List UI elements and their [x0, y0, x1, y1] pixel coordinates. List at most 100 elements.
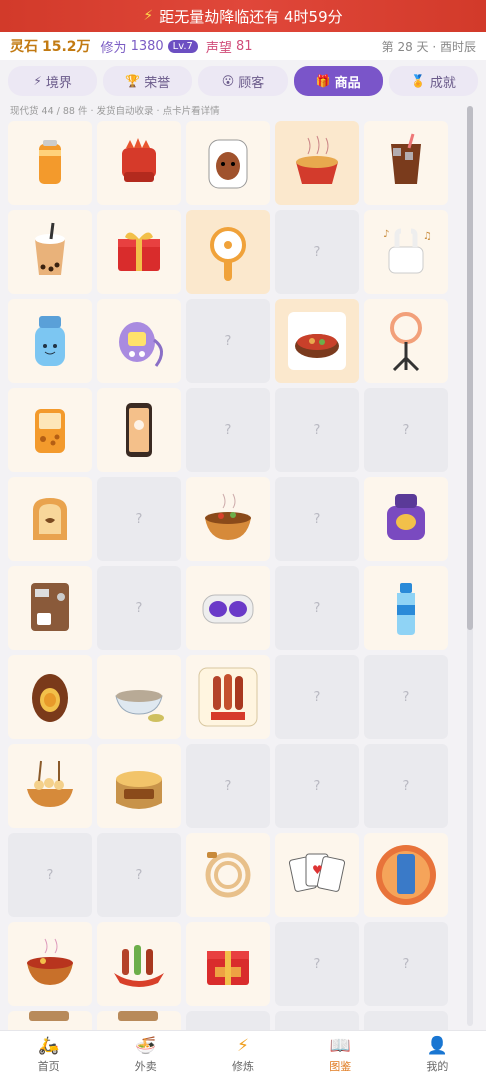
tab-goods[interactable]: 🎁 商品	[293, 66, 383, 96]
goods-card-orange-drink-can[interactable]	[8, 121, 92, 205]
fame-value: 81	[235, 38, 253, 54]
goods-card-coffee-machine[interactable]	[8, 566, 92, 650]
nav-collection[interactable]: 📖 图鉴	[292, 1031, 389, 1080]
hot-pot-icon	[288, 312, 346, 370]
goods-card-locked[interactable]: ?	[275, 744, 359, 828]
goods-card-locked[interactable]: ?	[364, 388, 448, 472]
instant-noodle-bowl-icon	[296, 135, 338, 184]
goods-card-locked[interactable]: ?	[186, 388, 270, 472]
goods-card-red-gift-box[interactable]	[97, 210, 181, 294]
nav-delivery[interactable]: 🍜 外卖	[97, 1031, 194, 1080]
spirit-stone-label: 灵石	[10, 39, 38, 55]
face-icon: 😮	[221, 74, 235, 88]
lightning-icon: ⚡	[33, 74, 42, 88]
goods-card-jianbing-basket[interactable]	[97, 744, 181, 828]
collection-tabs: ⚡ 境界 🏆 荣誉 😮 顾客 🎁 商品 🏅 成就	[8, 66, 479, 96]
goods-card-hot-pot[interactable]	[275, 299, 359, 383]
goods-card-locked[interactable]: ?	[275, 655, 359, 739]
goods-card-locked[interactable]: ?	[364, 655, 448, 739]
goods-card-game-console[interactable]	[8, 388, 92, 472]
locked-mark: ?	[224, 422, 232, 438]
goods-card-wireless-earbuds[interactable]: ♪ ♫	[364, 210, 448, 294]
phone-case-icon	[376, 845, 436, 905]
tamagotchi-icon	[119, 322, 163, 367]
collection-progress-hint: 现代货 44 / 88 件 · 发货自动收录 · 点卡片看详情	[10, 106, 220, 117]
locked-mark: ?	[313, 511, 321, 527]
goods-card-ring-light[interactable]	[364, 299, 448, 383]
goods-card-iced-cola-cup[interactable]	[364, 121, 448, 205]
goods-card-bbq-skewers[interactable]	[186, 655, 270, 739]
bowl-icon: 🍜	[135, 1036, 157, 1056]
purple-machine-icon	[387, 494, 425, 540]
scrollbar-thumb[interactable]	[467, 106, 473, 630]
handheld-fan-icon	[210, 227, 246, 281]
goods-card-locked[interactable]: ?	[275, 210, 359, 294]
goods-card-locked[interactable]: ?	[364, 744, 448, 828]
goods-card-purple-machine[interactable]	[364, 477, 448, 561]
goods-card-locked[interactable]: ?	[97, 833, 181, 917]
locked-mark: ?	[313, 689, 321, 705]
goods-card-fish-balls[interactable]	[8, 744, 92, 828]
user-icon: 👤	[426, 1036, 448, 1056]
goods-card-charging-cable[interactable]	[186, 833, 270, 917]
goods-card-locked[interactable]: ?	[186, 299, 270, 383]
spicy-hotpot-bowl-icon	[27, 938, 73, 985]
goods-card-spicy-sticks[interactable]	[97, 121, 181, 205]
nav-cultivate[interactable]: ⚡ 修炼	[194, 1031, 291, 1080]
lightning-icon: ⚡	[237, 1036, 249, 1056]
coffee-machine-icon	[31, 583, 69, 631]
spicy-sticks-icon	[122, 138, 156, 182]
goods-card-locked[interactable]: ?	[275, 477, 359, 561]
locked-mark: ?	[313, 244, 321, 260]
goods-card-smartphone[interactable]	[97, 388, 181, 472]
iced-cola-cup-icon	[391, 133, 421, 184]
goods-card-marinated-egg-pack[interactable]	[186, 121, 270, 205]
locked-mark: ?	[135, 511, 143, 527]
nav-profile[interactable]: 👤 我的	[389, 1031, 486, 1080]
book-icon: 📖	[329, 1036, 351, 1056]
tab-customers[interactable]: 😮 顾客	[198, 66, 288, 96]
goods-card-handheld-fan[interactable]	[186, 210, 270, 294]
goods-card-mineral-water[interactable]	[364, 566, 448, 650]
goods-card-noodle-bowl[interactable]	[186, 477, 270, 561]
goods-card-playing-cards[interactable]: ♥	[275, 833, 359, 917]
goods-card-phone-case[interactable]	[364, 833, 448, 917]
locked-mark: ?	[224, 778, 232, 794]
locked-mark: ?	[135, 867, 143, 883]
goods-card-locked[interactable]: ?	[364, 922, 448, 1006]
goods-card-locked[interactable]: ?	[97, 566, 181, 650]
goods-card-red-gift-box-2[interactable]	[186, 922, 270, 1006]
goods-card-locked[interactable]: ?	[275, 388, 359, 472]
orange-drink-can-icon	[39, 140, 61, 184]
nav-home[interactable]: 🛵 首页	[0, 1031, 97, 1080]
noodle-bowl-icon	[205, 493, 251, 540]
goods-card-instant-noodle-bowl[interactable]	[275, 121, 359, 205]
goods-card-skewer-platter[interactable]	[97, 922, 181, 1006]
goods-card-chocolate-egg[interactable]	[8, 655, 92, 739]
goods-card-vr-headset[interactable]	[186, 566, 270, 650]
gift-icon: 🎁	[315, 74, 331, 88]
goods-card-porridge-bowl[interactable]	[97, 655, 181, 739]
goods-card-toast-bread[interactable]	[8, 477, 92, 561]
goods-card-water-bottle[interactable]	[8, 299, 92, 383]
goods-card-bubble-tea[interactable]	[8, 210, 92, 294]
tab-honor[interactable]: 🏆 荣誉	[103, 66, 193, 96]
tab-realm[interactable]: ⚡ 境界	[8, 66, 98, 96]
goods-card-locked[interactable]: ?	[186, 744, 270, 828]
goods-card-spicy-hotpot-bowl[interactable]	[8, 922, 92, 1006]
locked-mark: ?	[402, 956, 410, 972]
red-gift-box-icon	[118, 232, 160, 271]
tab-achievements[interactable]: 🏅 成就	[388, 66, 479, 96]
goods-card-locked[interactable]: ?	[275, 566, 359, 650]
locked-mark: ?	[402, 778, 410, 794]
level-badge: Lv.7	[167, 39, 198, 53]
chocolate-egg-icon	[32, 674, 68, 722]
locked-mark: ?	[313, 778, 321, 794]
svg-text:♥: ♥	[312, 863, 323, 877]
goods-card-tamagotchi[interactable]	[97, 299, 181, 383]
skewer-platter-icon	[114, 945, 164, 987]
scooter-icon: 🛵	[38, 1036, 60, 1056]
goods-card-locked[interactable]: ?	[275, 922, 359, 1006]
goods-card-locked[interactable]: ?	[8, 833, 92, 917]
goods-card-locked[interactable]: ?	[97, 477, 181, 561]
